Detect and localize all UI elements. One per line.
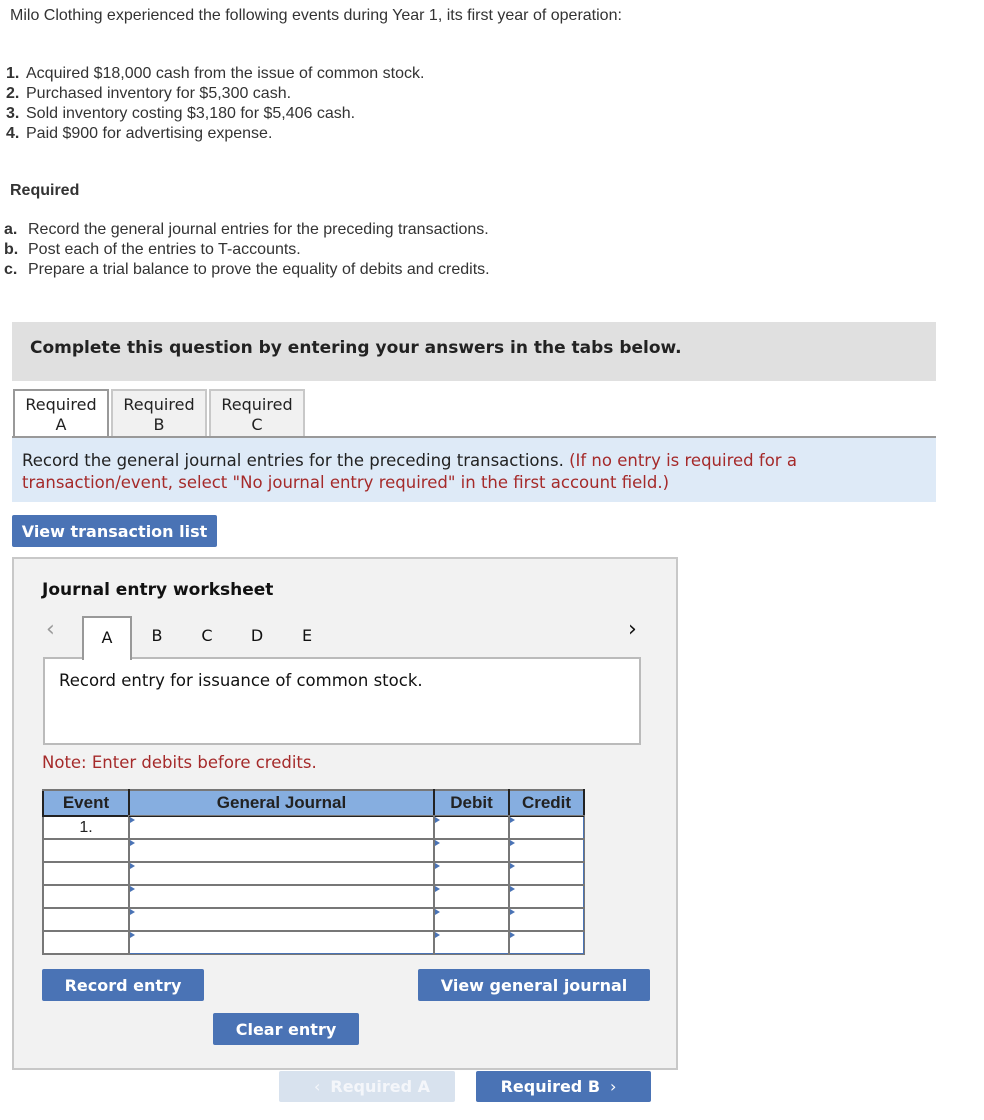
credit-input[interactable]: [508, 907, 585, 932]
worksheet-title: Journal entry worksheet: [42, 580, 274, 600]
required-item: b. Post each of the entries to T-accounts…: [4, 241, 301, 258]
entry-description: Record entry for issuance of common stoc…: [43, 657, 641, 745]
credit-input[interactable]: [508, 930, 585, 955]
table-row: [42, 838, 585, 863]
event-item: 4. Paid $900 for advertising expense.: [6, 125, 273, 142]
instructions-banner: Complete this question by entering your …: [12, 322, 936, 381]
worksheet-tab-d[interactable]: D: [232, 616, 282, 658]
credit-input[interactable]: [508, 838, 585, 863]
account-input[interactable]: [128, 861, 435, 886]
header-general-journal: General Journal: [128, 789, 435, 817]
table-row: [42, 884, 585, 909]
event-cell: 1.: [42, 815, 130, 840]
debit-input[interactable]: [433, 838, 510, 863]
header-event: Event: [42, 789, 130, 817]
event-cell: [42, 838, 130, 863]
chevron-right-icon[interactable]: ›: [628, 617, 637, 642]
event-cell: [42, 930, 130, 955]
required-item: a. Record the general journal entries for…: [4, 221, 489, 238]
worksheet-tab-a[interactable]: A: [82, 616, 132, 660]
tab-required-a[interactable]: Required A: [13, 389, 109, 437]
journal-entry-worksheet: Journal entry worksheet ‹ A B C D E › Re…: [12, 557, 678, 1070]
event-cell: [42, 884, 130, 909]
chevron-right-icon: ›: [610, 1077, 617, 1096]
debits-note: Note: Enter debits before credits.: [42, 753, 317, 772]
debit-input[interactable]: [433, 861, 510, 886]
worksheet-tab-c[interactable]: C: [182, 616, 232, 658]
debit-input[interactable]: [433, 884, 510, 909]
view-general-journal-button[interactable]: View general journal: [418, 969, 650, 1001]
worksheet-tabs: A B C D E: [82, 616, 332, 660]
journal-table: Event General Journal Debit Credit 1.: [42, 789, 585, 955]
debit-input[interactable]: [433, 907, 510, 932]
credit-input[interactable]: [508, 884, 585, 909]
credit-input[interactable]: [508, 815, 585, 840]
event-cell: [42, 907, 130, 932]
next-required-button[interactable]: Required B ›: [476, 1071, 651, 1102]
event-item: 3. Sold inventory costing $3,180 for $5,4…: [6, 105, 356, 122]
clear-entry-button[interactable]: Clear entry: [213, 1013, 359, 1045]
view-transaction-list-button[interactable]: View transaction list: [12, 515, 217, 547]
debit-input[interactable]: [433, 930, 510, 955]
journal-header-row: Event General Journal Debit Credit: [42, 789, 585, 817]
table-row: 1.: [42, 815, 585, 840]
credit-input[interactable]: [508, 861, 585, 886]
event-item: 2. Purchased inventory for $5,300 cash.: [6, 85, 292, 102]
required-item: c. Prepare a trial balance to prove the e…: [4, 261, 490, 278]
required-tabs: Required A Required B Required C: [13, 389, 307, 437]
required-list: a. Record the general journal entries for…: [4, 220, 490, 280]
event-cell: [42, 861, 130, 886]
account-input[interactable]: [128, 907, 435, 932]
event-item: 1. Acquired $18,000 cash from the issue o…: [6, 65, 425, 82]
header-debit: Debit: [433, 789, 510, 817]
chevron-left-icon[interactable]: ‹: [46, 617, 55, 642]
account-input[interactable]: [128, 838, 435, 863]
tab-required-b[interactable]: Required B: [111, 389, 207, 437]
worksheet-tab-e[interactable]: E: [282, 616, 332, 658]
record-entry-button[interactable]: Record entry: [42, 969, 204, 1001]
debit-input[interactable]: [433, 815, 510, 840]
account-input[interactable]: [128, 815, 435, 840]
required-heading: Required: [10, 182, 80, 199]
table-row: [42, 861, 585, 886]
tab-instruction: Record the general journal entries for t…: [12, 438, 936, 502]
table-row: [42, 930, 585, 955]
table-row: [42, 907, 585, 932]
worksheet-tab-b[interactable]: B: [132, 616, 182, 658]
account-input[interactable]: [128, 884, 435, 909]
chevron-left-icon: ‹: [313, 1077, 321, 1096]
prev-required-button[interactable]: ‹ Required A: [279, 1071, 455, 1102]
problem-intro: Milo Clothing experienced the following …: [10, 7, 622, 24]
tab-required-c[interactable]: Required C: [209, 389, 305, 437]
events-list: 1. Acquired $18,000 cash from the issue o…: [6, 64, 424, 144]
header-credit: Credit: [508, 789, 585, 817]
account-input[interactable]: [128, 930, 435, 955]
